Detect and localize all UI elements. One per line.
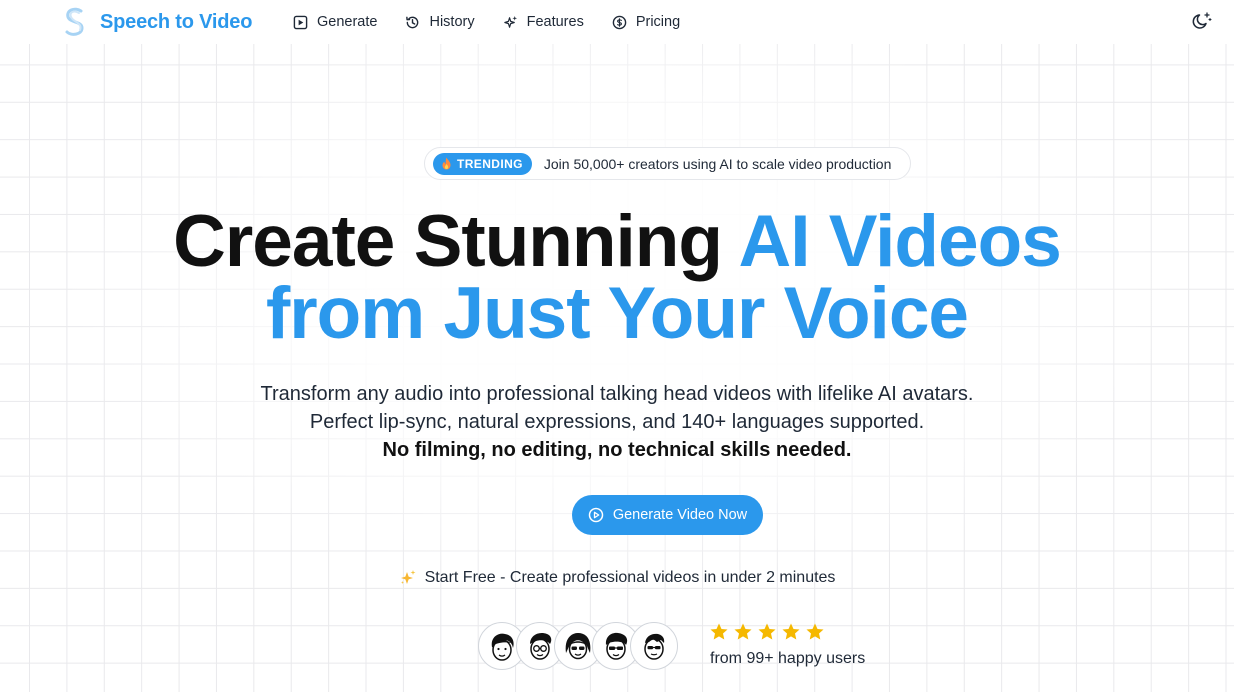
star-icon: [758, 623, 776, 640]
trending-badge[interactable]: TRENDING Join 50,000+ creators using AI …: [424, 147, 911, 180]
sparkle-emoji-icon: [400, 570, 416, 584]
main-nav: Generate History Features Pricing: [293, 10, 680, 34]
user-avatar-icon: [530, 633, 552, 660]
nav-item-generate[interactable]: Generate: [293, 14, 377, 30]
app-name: Speech to Video: [100, 10, 253, 33]
description-line-1: Transform any audio into professional ta…: [260, 383, 974, 405]
star-icon: [782, 623, 800, 640]
nav-label: Features: [526, 14, 584, 30]
dollar-circle-icon: [612, 15, 627, 29]
happy-users-text: from 99+ happy users: [710, 650, 866, 667]
nav-item-features[interactable]: Features: [503, 14, 584, 30]
fire-icon: [442, 157, 451, 170]
nav-label: Generate: [317, 14, 378, 30]
star-icon: [734, 623, 752, 640]
play-circle-icon: [588, 507, 604, 523]
description-line-2: Perfect lip-sync, natural expressions, a…: [309, 411, 925, 433]
theme-toggle-button[interactable]: [1190, 9, 1214, 33]
nav-item-history[interactable]: History: [405, 14, 475, 30]
trending-text: Join 50,000+ creators using AI to scale …: [543, 155, 892, 172]
nav-label: History: [429, 14, 475, 30]
start-free-note: Start Free - Create professional videos …: [0, 569, 1234, 587]
star-icon: [806, 623, 824, 640]
headline-line-2: from Just Your Voice: [265, 273, 969, 354]
logo-s-icon: [62, 6, 88, 38]
play-square-icon: [293, 15, 308, 29]
top-navigation-bar: Speech to Video Generate History Feature…: [0, 0, 1234, 44]
trending-pill: TRENDING: [433, 152, 532, 175]
user-avatars: [478, 622, 678, 670]
history-icon: [406, 16, 419, 28]
generate-video-button[interactable]: Generate Video Now: [572, 495, 763, 535]
avatar: [630, 622, 678, 670]
start-free-text: Start Free - Create professional videos …: [424, 569, 836, 586]
user-avatar-icon: [644, 633, 665, 660]
cta-label: Generate Video Now: [612, 507, 748, 523]
hero-headline: Create Stunning AI Videos from Just Your…: [0, 205, 1234, 350]
rating-stars: [709, 622, 825, 642]
star-icon: [710, 623, 728, 640]
user-avatar-icon: [565, 633, 591, 660]
nav-item-pricing[interactable]: Pricing: [612, 14, 680, 30]
user-avatar-icon: [491, 633, 514, 661]
nav-label: Pricing: [635, 14, 681, 30]
moon-stars-icon: [1192, 12, 1212, 29]
trending-label: TRENDING: [457, 156, 523, 171]
hero-description: Transform any audio into professional ta…: [0, 380, 1234, 464]
logo[interactable]: Speech to Video: [62, 6, 252, 38]
user-avatar-icon: [605, 632, 628, 660]
sparkles-icon: [503, 15, 517, 28]
headline-dark-part: Create Stunning: [173, 201, 739, 282]
description-line-3: No filming, no editing, no technical ski…: [382, 439, 852, 461]
headline-blue-part: AI Videos: [738, 201, 1062, 282]
